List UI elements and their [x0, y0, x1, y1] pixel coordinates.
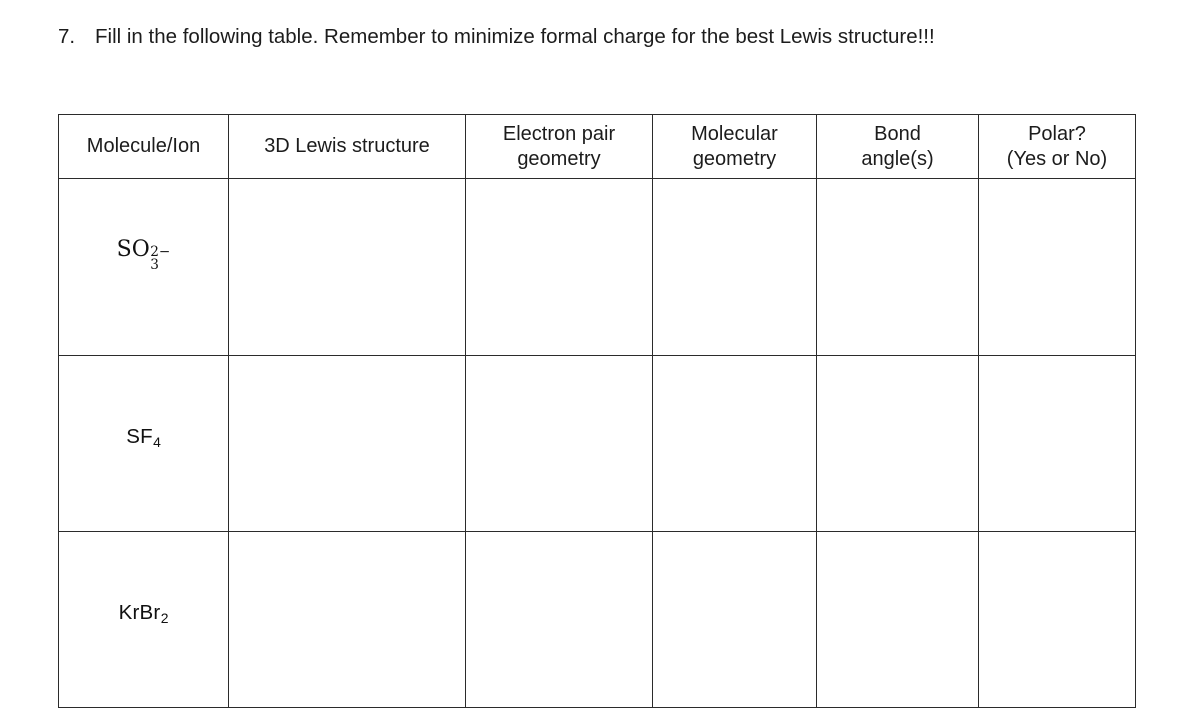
- question-heading: 7. Fill in the following table. Remember…: [58, 20, 1158, 54]
- cell-polar[interactable]: [978, 531, 1136, 708]
- question-text: Fill in the following table. Remember to…: [95, 25, 935, 48]
- formula-base: SO: [116, 237, 150, 263]
- chemical-formula-sulfite: SO 2− 3: [117, 239, 171, 272]
- column-header-polar: Polar? (Yes or No): [978, 114, 1136, 179]
- header-line-1: 3D Lewis structure: [264, 135, 430, 157]
- header-line-1: Bond: [874, 122, 921, 145]
- cell-molecular-geometry[interactable]: [652, 355, 817, 532]
- cell-species-sulfur-tetrafluoride: SF4: [58, 355, 229, 532]
- chemical-formula-sulfur-tetrafluoride: SF4: [126, 425, 162, 450]
- formula-subscript: 3: [150, 256, 159, 273]
- table-row: SF4: [58, 355, 1136, 532]
- chemical-formula-krypton-dibromide: KrBr2: [118, 601, 169, 626]
- cell-polar[interactable]: [978, 355, 1136, 532]
- header-line-1: Molecule/Ion: [86, 135, 201, 157]
- formula-charge-stack: 2− 3: [150, 245, 170, 273]
- formula-subscript: 2: [160, 609, 169, 626]
- cell-lewis-structure[interactable]: [228, 355, 466, 532]
- header-line-2: (Yes or No): [1006, 147, 1108, 170]
- column-header-electron-pair-geometry: Electron pair geometry: [465, 114, 653, 179]
- header-line-1: Molecular: [691, 122, 778, 145]
- formula-subscript: 4: [153, 433, 162, 450]
- lewis-structure-table: Molecule/Ion 3D Lewis structure Electron…: [58, 114, 1136, 708]
- cell-species-sulfite: SO 2− 3: [58, 178, 229, 356]
- cell-species-krypton-dibromide: KrBr2: [58, 531, 229, 708]
- cell-lewis-structure[interactable]: [228, 178, 466, 356]
- cell-electron-pair-geometry[interactable]: [465, 355, 653, 532]
- formula-base: KrBr: [118, 601, 161, 624]
- cell-lewis-structure[interactable]: [228, 531, 466, 708]
- header-line-1: Polar?: [1028, 122, 1086, 145]
- header-line-2: angle(s): [861, 147, 934, 170]
- header-line-2: geometry: [517, 147, 601, 170]
- question-number: 7.: [58, 25, 76, 48]
- cell-molecular-geometry[interactable]: [652, 531, 817, 708]
- column-header-bond-angles: Bond angle(s): [816, 114, 979, 179]
- formula-base: SF: [126, 425, 153, 448]
- header-line-1: Electron pair: [502, 122, 616, 145]
- table-row: SO 2− 3: [58, 178, 1136, 356]
- column-header-molecular-geometry: Molecular geometry: [652, 114, 817, 179]
- table-row: KrBr2: [58, 531, 1136, 708]
- cell-bond-angles[interactable]: [816, 178, 979, 356]
- cell-bond-angles[interactable]: [816, 531, 979, 708]
- cell-electron-pair-geometry[interactable]: [465, 531, 653, 708]
- column-header-molecule-ion: Molecule/Ion: [58, 114, 229, 179]
- column-header-lewis-structure: 3D Lewis structure: [228, 114, 466, 179]
- cell-bond-angles[interactable]: [816, 355, 979, 532]
- table-header-row: Molecule/Ion 3D Lewis structure Electron…: [58, 114, 1136, 179]
- cell-molecular-geometry[interactable]: [652, 178, 817, 356]
- cell-electron-pair-geometry[interactable]: [465, 178, 653, 356]
- cell-polar[interactable]: [978, 178, 1136, 356]
- header-line-2: geometry: [692, 147, 777, 170]
